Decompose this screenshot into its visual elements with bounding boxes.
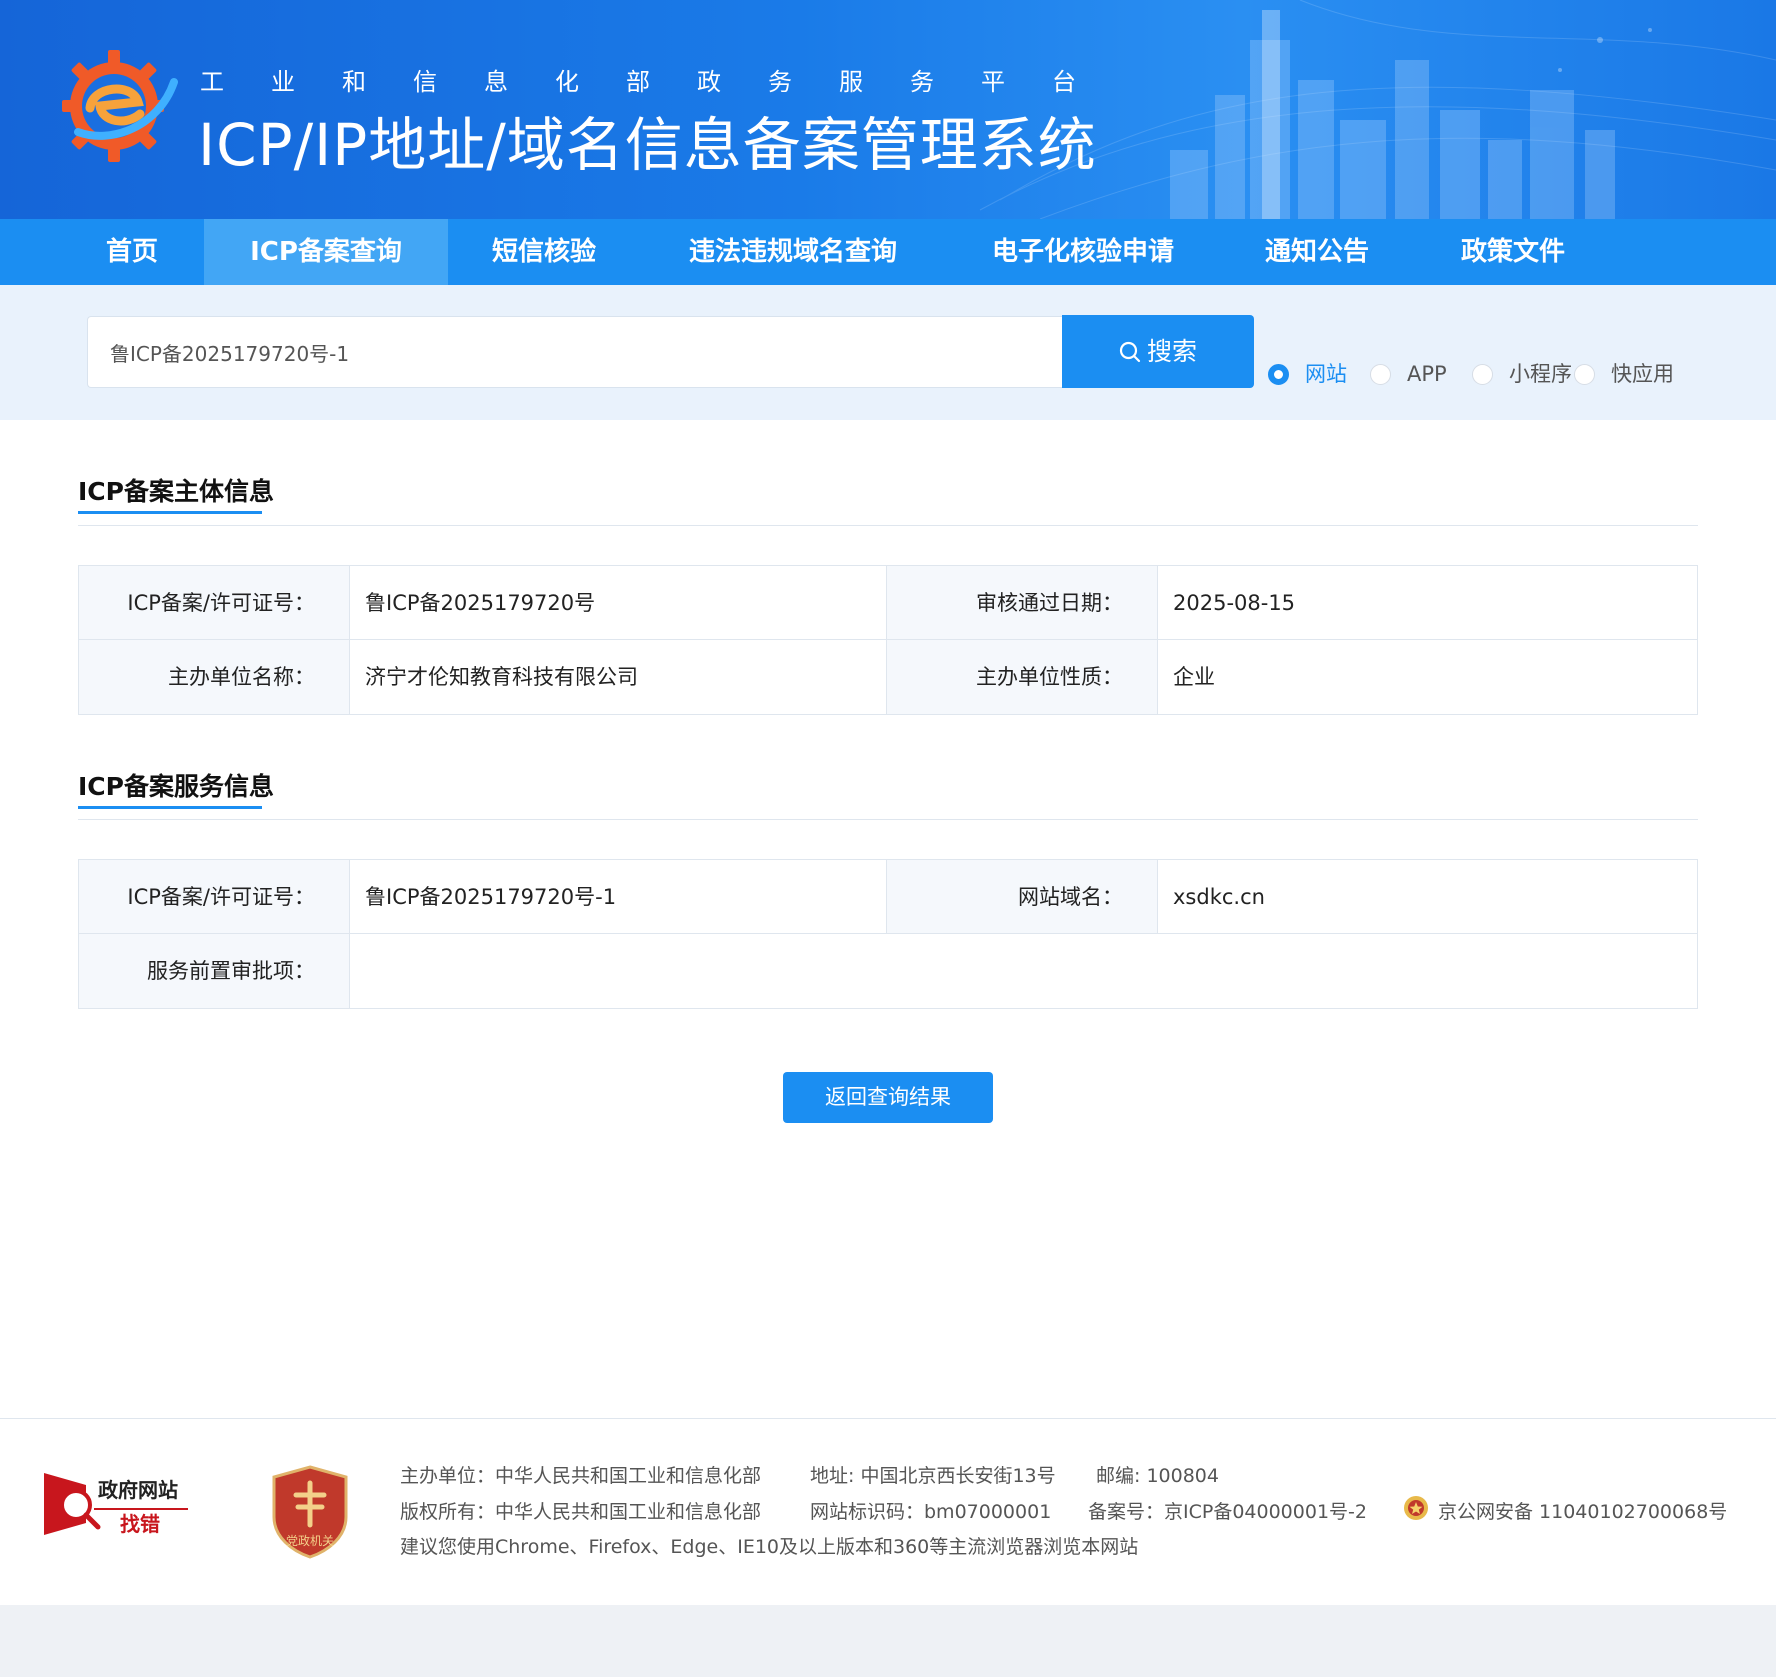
radio-dot-icon [1472,364,1493,385]
footer-copyright: 版权所有：中华人民共和国工业和信息化部 [400,1501,762,1523]
radio-app[interactable]: APP [1370,359,1460,389]
footer: 政府网站 找错 党政机关 主办单位：中华人民共和国工业和信息化部 地址: 中国北… [0,1419,1776,1605]
radio-mini-program[interactable]: 小程序 [1472,359,1572,389]
magnifier-flag-icon: 政府网站 找错 [44,1473,188,1536]
header-banner: 工业和信息化部政务服务平台 ICP/IP地址/域名信息备案管理系统 [0,0,1776,219]
org-name-label: 主办单位名称： [79,640,350,714]
section-title-subject-info: ICP备案主体信息 [78,477,274,506]
nav-item-icp-query[interactable]: ICP备案查询 [204,219,448,285]
domain-value: xsdkc.cn [1158,860,1697,934]
nav-item-e-verify-apply[interactable]: 电子化核验申请 [972,219,1194,285]
search-input[interactable] [87,316,1063,388]
radio-dot-icon [1370,364,1391,385]
nav-item-sms-verify[interactable]: 短信核验 [470,219,618,285]
radio-dot-icon [1268,364,1289,385]
radio-quick-app-label: 快应用 [1611,362,1674,386]
footer-address: 地址: 中国北京西长安街13号 [810,1465,1056,1487]
section-divider [78,819,1698,820]
section-divider [78,525,1698,526]
party-gov-shield-icon: 党政机关 [272,1465,348,1559]
back-to-results-button[interactable]: 返回查询结果 [783,1072,993,1123]
footer-host: 主办单位：中华人民共和国工业和信息化部 [400,1465,762,1487]
footer-postcode: 邮编: 100804 [1096,1465,1219,1487]
footer-browser-tip: 建议您使用Chrome、Firefox、Edge、IE10及以上版本和360等主… [400,1536,1139,1558]
gov-site-error-report-logo[interactable]: 政府网站 找错 [42,1467,192,1539]
gov-logo-line2: 找错 [120,1512,160,1536]
service-license-value: 鲁ICP备2025179720号-1 [350,860,887,934]
radio-mini-program-label: 小程序 [1509,362,1572,386]
party-logo-text: 党政机关 [286,1533,334,1548]
police-badge-icon [1404,1496,1428,1520]
approve-date-label: 审核通过日期： [887,566,1158,640]
pre-approval-label: 服务前置审批项： [79,934,350,1008]
nav-item-notices[interactable]: 通知公告 [1246,219,1388,285]
radio-website-label: 网站 [1305,362,1347,386]
radio-website[interactable]: 网站 [1268,359,1358,389]
subject-info-table: ICP备案/许可证号： 鲁ICP备2025179720号 审核通过日期： 202… [78,565,1698,715]
radio-quick-app[interactable]: 快应用 [1574,359,1684,389]
main-nav: 首页 ICP备案查询 短信核验 违法违规域名查询 电子化核验申请 通知公告 政策… [0,219,1776,285]
page: 工业和信息化部政务服务平台 ICP/IP地址/域名信息备案管理系统 首页 ICP… [0,0,1776,1677]
license-label: ICP备案/许可证号： [79,566,350,640]
main-content: ICP备案主体信息 ICP备案/许可证号： 鲁ICP备2025179720号 审… [0,420,1776,1418]
party-gov-organ-logo[interactable]: 党政机关 [270,1465,350,1559]
domain-label: 网站域名： [887,860,1158,934]
footer-site-id: 网站标识码：bm07000001 [810,1501,1052,1523]
nav-item-illegal-domain-query[interactable]: 违法违规域名查询 [670,219,916,285]
footer-record-link[interactable]: 备案号：京ICP备04000001号-2 [1088,1497,1367,1524]
search-button-label: 搜索 [1146,337,1197,366]
search-button[interactable]: 搜索 [1062,315,1254,388]
license-value: 鲁ICP备2025179720号 [350,566,887,640]
org-name: 工业和信息化部政务服务平台 [200,68,1123,96]
search-bar: 搜索 网站 APP 小程序 快应用 [0,285,1776,420]
nav-item-policy-docs[interactable]: 政策文件 [1440,219,1586,285]
radio-app-label: APP [1407,362,1447,386]
radio-dot-icon [1574,364,1595,385]
pre-approval-value [350,934,1697,1008]
system-title: ICP/IP地址/域名信息备案管理系统 [198,111,1097,179]
service-license-label: ICP备案/许可证号： [79,860,350,934]
section-title-underline [78,806,262,809]
search-icon [1119,341,1141,363]
footer-police-record-link[interactable]: 京公网安备 11040102700068号 [1438,1497,1727,1524]
nav-item-home[interactable]: 首页 [70,219,194,285]
org-name-value: 济宁才伦知教育科技有限公司 [350,640,887,714]
approve-date-value: 2025-08-15 [1158,566,1697,640]
org-type-label: 主办单位性质： [887,640,1158,714]
section-title-service-info: ICP备案服务信息 [78,772,274,801]
section-title-underline [78,511,262,514]
service-info-table: ICP备案/许可证号： 鲁ICP备2025179720号-1 网站域名： xsd… [78,859,1698,1009]
gov-logo-line1: 政府网站 [98,1478,178,1502]
org-type-value: 企业 [1158,640,1697,714]
gear-e-logo-icon [62,50,178,162]
